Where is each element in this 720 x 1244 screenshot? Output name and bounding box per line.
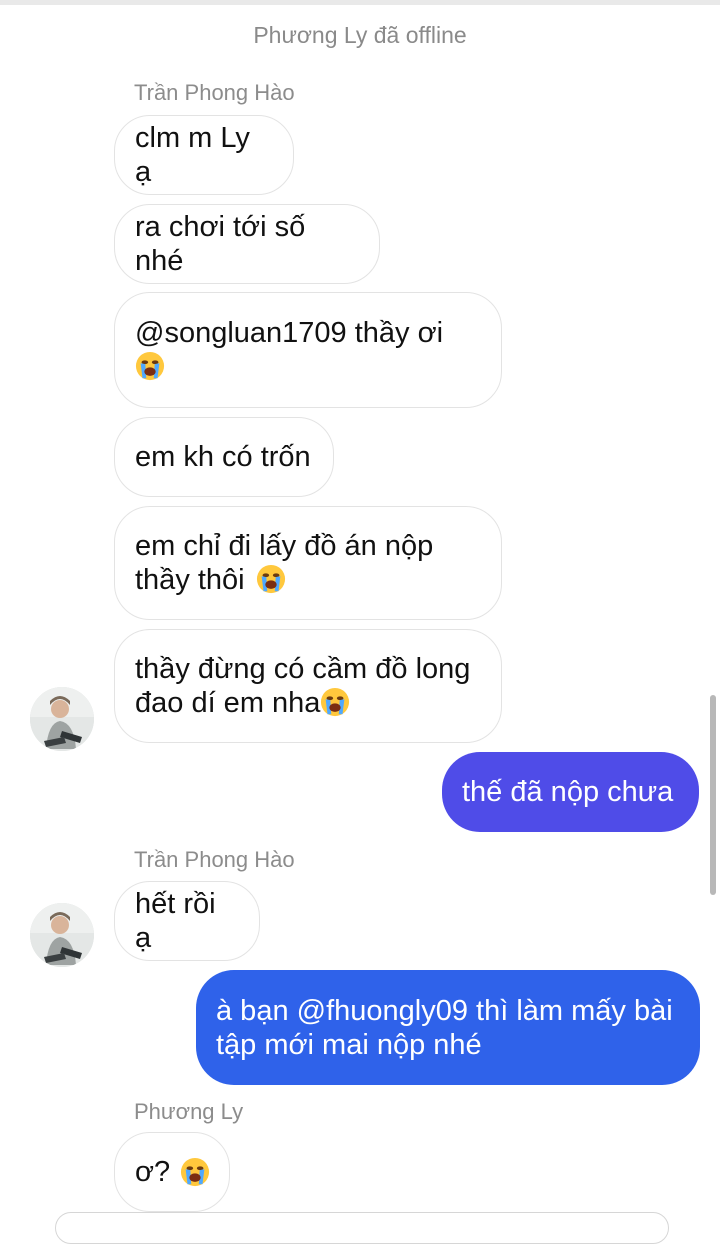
outgoing-message-bubble[interactable]: à bạn @fhuongly09 thì làm mấy bài tập mớ… — [196, 970, 700, 1085]
message-text: @songluan1709 thầy ơi — [135, 317, 444, 349]
sender-name: Trần Phong Hào — [134, 80, 295, 105]
message-text: em kh có trốn — [135, 441, 311, 473]
top-divider — [0, 0, 720, 5]
user-avatar[interactable] — [30, 903, 94, 967]
message-bubble[interactable]: ơ? — [114, 1132, 230, 1212]
loudly-crying-face-icon — [320, 687, 350, 717]
loudly-crying-face-icon — [180, 1157, 210, 1187]
sender-name: Phương Ly — [134, 1099, 244, 1124]
message-bubble[interactable]: thầy đừng có cầm đồ long đao dí em nha — [114, 629, 502, 743]
message-text-line: thầy đừng có cầm đồ long — [135, 653, 471, 685]
user-avatar[interactable] — [30, 687, 94, 751]
outgoing-message-bubble[interactable]: thế đã nộp chưa — [442, 752, 699, 832]
message-text: thế đã nộp chưa — [462, 776, 674, 808]
message-text-line: em chỉ đi lấy đồ án nộp — [135, 530, 434, 562]
message-composer[interactable] — [55, 1212, 669, 1244]
message-bubble[interactable]: ra chơi tới số nhé — [114, 204, 380, 284]
offline-status: Phương Ly đã offline — [253, 22, 467, 48]
message-bubble[interactable]: em chỉ đi lấy đồ án nộp thầy thôi — [114, 506, 502, 620]
message-text: ơ? — [135, 1156, 171, 1188]
message-text: clm m Ly ạ — [135, 122, 250, 188]
message-text-line: à bạn @fhuongly09 thì làm mấy bài — [216, 994, 673, 1027]
scrollbar[interactable] — [710, 695, 716, 895]
message-text-line: thầy thôi — [135, 564, 245, 596]
message-bubble[interactable]: clm m Ly ạ — [114, 115, 294, 195]
loudly-crying-face-icon — [256, 564, 286, 594]
loudly-crying-face-icon — [135, 351, 165, 381]
message-bubble[interactable]: em kh có trốn — [114, 417, 334, 497]
message-bubble[interactable]: hết rồi ạ — [114, 881, 260, 961]
message-bubble[interactable]: @songluan1709 thầy ơi — [114, 292, 502, 408]
message-text-line: đao dí em nha — [135, 687, 321, 719]
message-text-line: tập mới mai nộp nhé — [216, 1028, 482, 1061]
message-text: hết rồi ạ — [135, 888, 216, 954]
message-text: ra chơi tới số nhé — [135, 211, 306, 277]
sender-name: Trần Phong Hào — [134, 847, 295, 872]
